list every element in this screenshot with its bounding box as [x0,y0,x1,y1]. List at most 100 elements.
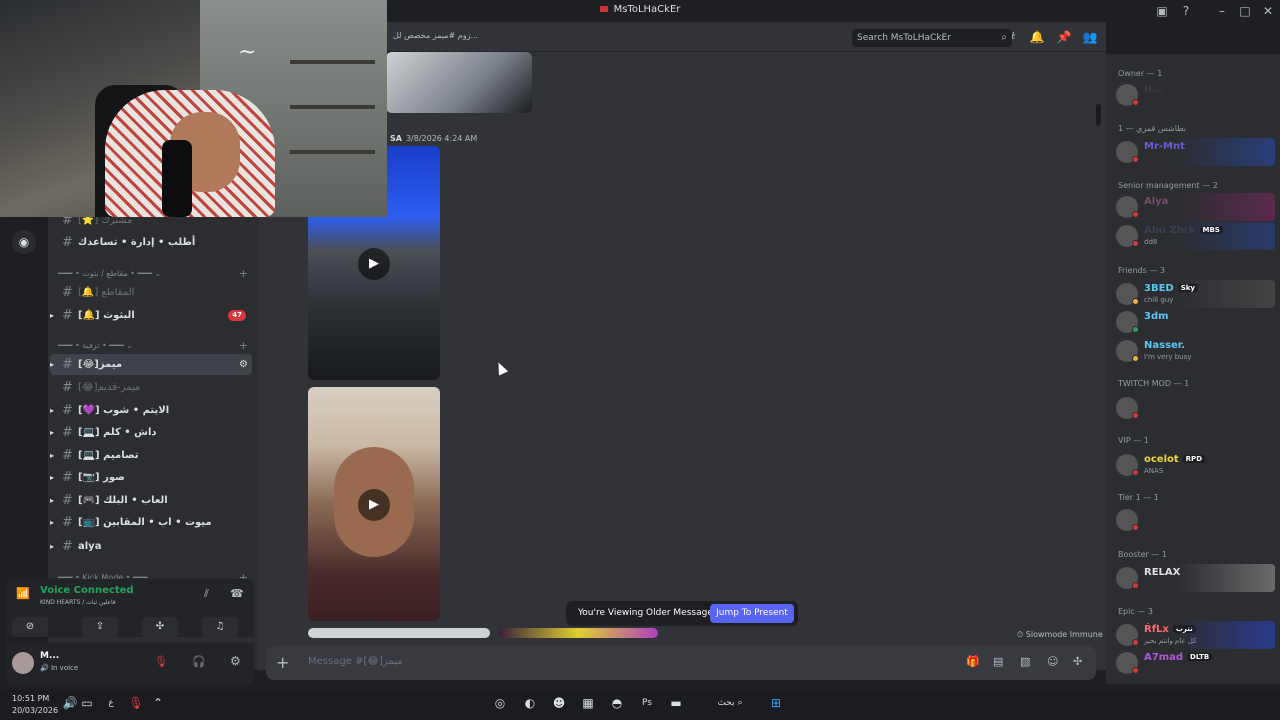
soundboard-button[interactable]: ♫ [202,617,238,637]
mic-muted-icon[interactable]: 🎙 [154,655,168,668]
avatar[interactable] [12,652,34,674]
camera-off-button[interactable]: ⊘ [12,617,48,637]
category-fun[interactable]: ━━━ • ترفية • ━━━ ⌄ + [58,339,248,353]
media-image[interactable] [308,628,490,638]
sticker-icon[interactable]: ▧ [1020,655,1030,668]
edge-icon[interactable]: ◓ [607,696,627,710]
member-item[interactable]: 3BED Sky chill guy [1112,280,1275,308]
app-icon[interactable]: ▦ [578,696,598,710]
deafen-icon[interactable]: 🎧 [192,655,206,668]
chevron-right-icon[interactable]: ▸ [50,445,58,466]
channel-item[interactable]: ▸ # [💻] تصاميم [50,445,252,466]
member-list-icon[interactable]: 👥 [1082,29,1098,45]
member-item[interactable] [1112,506,1275,534]
chevron-right-icon[interactable]: ▸ [50,467,58,488]
tray-chevron-icon[interactable]: ⌃ [148,696,168,710]
member-tag: DLTB [1187,653,1213,661]
play-icon[interactable]: ▶ [358,489,390,521]
member-item[interactable]: Abu Zbrk MBS dd8 [1112,222,1275,250]
channel-item[interactable]: ▸ # [📺] ميوت • اب • المقابين [50,512,252,533]
discord-icon[interactable]: ☻ [549,696,569,710]
channel-item[interactable]: ▸ # [🎮] العاب • البلك [50,490,252,511]
chevron-right-icon[interactable]: ▸ [50,354,58,375]
member-name: 3dm [1144,311,1169,322]
member-item[interactable] [1112,394,1275,422]
language-indicator[interactable]: ع [101,698,121,708]
message-input[interactable]: Message #[😂]ميمز [308,656,403,667]
channel-item[interactable]: ▸ # alya [50,536,252,557]
mic-tray-icon[interactable]: 🎙 [126,696,146,710]
channel-item[interactable]: ▸ # [😂]ميمز ⚙ [50,354,252,375]
member-item[interactable]: ṘfLx نترب كل عام وانتم بخير [1112,621,1275,649]
bell-icon[interactable]: 🔔 [1029,29,1045,45]
voice-channel-name[interactable]: KIND HEARTS / فاعلين ثبات [40,599,116,606]
add-channel-icon[interactable]: + [239,339,248,353]
member-tag: نترب [1172,625,1196,633]
cam-microphone [162,140,192,217]
channel-item[interactable]: ▸ # [💜] الايتم • شوب [50,400,252,421]
search-input[interactable]: Search MsToLHaCkEr ⌕ [852,29,1012,47]
screen-share-button[interactable]: ⇪ [82,617,118,637]
activities-button[interactable]: ✣ [142,617,178,637]
noise-suppression-icon[interactable]: ⫽ [204,587,209,601]
media-image[interactable] [498,628,658,638]
channel-item[interactable]: # [😂]ميمز-قديم [50,377,252,398]
member-name: Alya [1144,196,1169,207]
channel-label: [💻] داش • كلم [78,427,157,438]
channel-item[interactable]: # أطلب • إدارة • تساعدك [50,232,252,253]
channel-settings-icon[interactable]: ⚙ [239,354,248,375]
hash-icon: # [62,235,73,250]
member-item[interactable]: H... [1112,81,1275,109]
media-image[interactable] [386,52,532,113]
chevron-right-icon[interactable]: ▸ [50,305,58,326]
member-item[interactable]: Nasser. I'm very busy [1112,337,1275,365]
member-item[interactable]: 3dm [1112,308,1275,336]
channel-item[interactable]: ▸ # [💻] داش • كلم [50,422,252,443]
apps-icon[interactable]: ✣ [1073,655,1082,668]
member-tag: RPD [1182,455,1206,463]
scrollbar-thumb[interactable] [1096,104,1101,126]
pin-icon[interactable]: 📌 [1056,29,1072,45]
photoshop-icon[interactable]: Ps [637,698,657,708]
minimize-button[interactable]: – [1210,2,1234,20]
taskbar-search[interactable]: بحث ⌕ [700,698,760,708]
chevron-right-icon[interactable]: ▸ [50,490,58,511]
channel-item[interactable]: ▸ # [🔔] البثوث 47 [50,305,252,326]
network-icon[interactable]: ▭ [77,696,97,710]
chevron-right-icon[interactable]: ▸ [50,512,58,533]
disconnect-icon[interactable]: ☎ [230,587,244,600]
taskbar-clock[interactable]: 10:51 PM 20/03/2026 [12,693,58,717]
chrome-icon[interactable]: ◐ [520,696,540,710]
jump-to-present-button[interactable]: Jump To Present [710,604,794,623]
play-icon[interactable]: ▶ [358,248,390,280]
cam-shelf [290,60,375,64]
member-item[interactable]: A7mad DLTB [1112,649,1275,677]
category-clips[interactable]: ━━━ • مقاطع / بثوث • ━━━ ⌄ + [58,267,248,281]
maximize-button[interactable]: □ [1233,2,1257,20]
discover-icon[interactable]: ◉ [12,230,36,254]
message-timestamp: SA 3/8/2026 4:24 AM [390,134,478,143]
chevron-right-icon[interactable]: ▸ [50,422,58,443]
chevron-right-icon[interactable]: ▸ [50,400,58,421]
settings-gear-icon[interactable]: ⚙ [230,654,241,668]
add-channel-icon[interactable]: + [239,267,248,281]
attach-plus-icon[interactable]: + [276,653,289,672]
member-item[interactable]: ocelot RPD ANAS [1112,451,1275,479]
close-button[interactable]: ✕ [1256,2,1280,20]
member-group-header: TWITCH MOD — 1 [1118,379,1190,388]
emoji-icon[interactable]: ☺ [1047,655,1058,668]
channel-item[interactable]: # [🔔] المقاطع [50,282,252,303]
help-icon[interactable]: ? [1174,2,1198,20]
channel-item[interactable]: ▸ # [📷] صور [50,467,252,488]
member-item[interactable]: Alya [1112,193,1275,221]
obs-icon[interactable]: ◎ [490,696,510,710]
member-item[interactable]: Mr-Mnt [1112,138,1275,166]
folder-icon[interactable]: ▬ [666,696,686,710]
inbox-icon[interactable]: ▣ [1150,2,1174,20]
gift-icon[interactable]: 🎁 [966,655,980,668]
chevron-right-icon[interactable]: ▸ [50,536,58,557]
gif-icon[interactable]: ▤ [993,655,1003,668]
media-video[interactable]: ▶ [308,387,440,621]
windows-start-icon[interactable]: ⊞ [766,696,786,710]
member-item[interactable]: RELAX [1112,564,1275,592]
